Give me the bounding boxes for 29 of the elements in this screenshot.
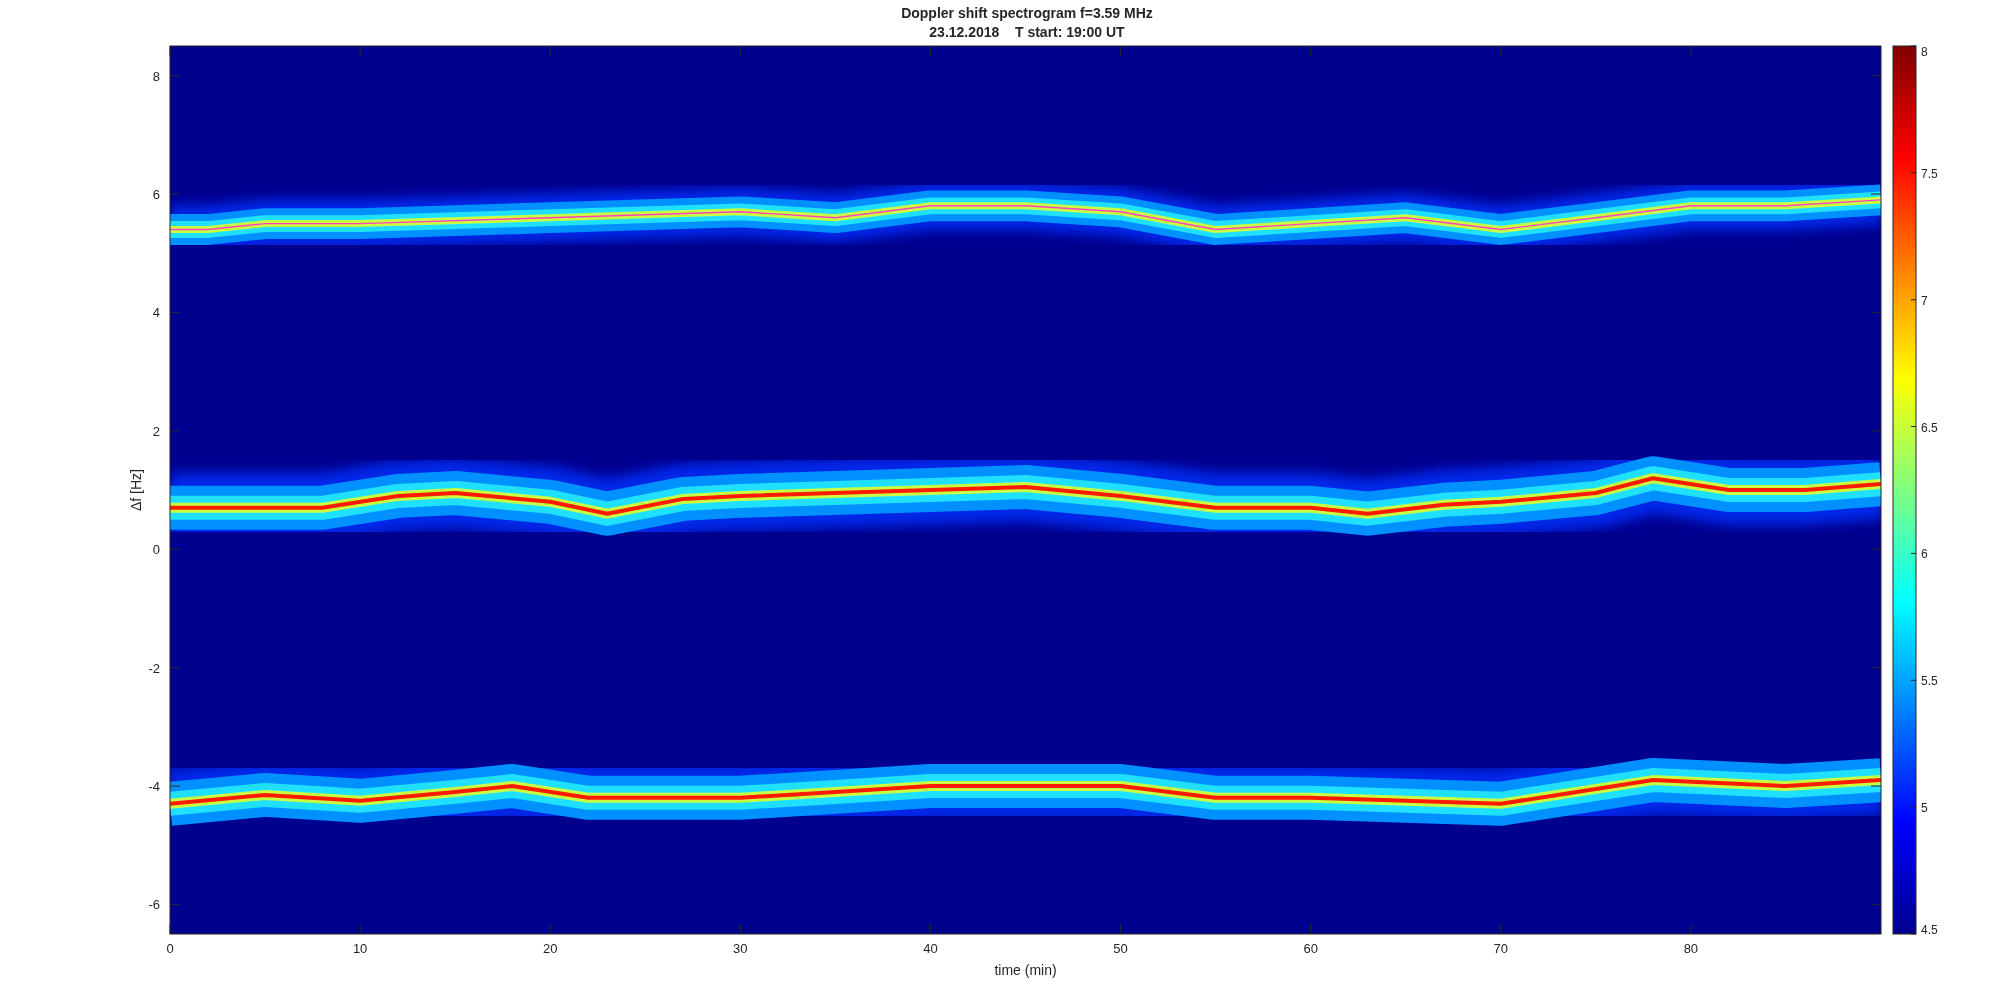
x-tick-label: 70 — [1493, 941, 1508, 956]
y-tick-label: 4 — [152, 305, 160, 321]
colorbar-tick-label: 6 — [1921, 547, 1928, 562]
x-tick-label: 0 — [166, 941, 174, 956]
colorbar-tick-label: 5 — [1921, 801, 1928, 816]
x-tick-label: 80 — [1683, 941, 1699, 956]
chart-title: Doppler shift spectrogram f=3.59 MHz — [901, 5, 1153, 21]
colorbar-tick-label: 7.5 — [1921, 166, 1938, 181]
y-tick-label: 8 — [152, 68, 160, 84]
y-tick-label: -4 — [148, 779, 160, 794]
x-axis-label: time (min) — [994, 962, 1057, 978]
x-tick-label: 40 — [923, 941, 938, 956]
x-tick-label: 50 — [1113, 941, 1128, 956]
y-tick-label: 6 — [152, 187, 160, 202]
colorbar-tick-label: 8 — [1921, 45, 1928, 59]
y-tick-label: 0 — [152, 542, 160, 558]
y-tick-label: 2 — [152, 423, 160, 439]
x-tick-label: 10 — [352, 941, 368, 956]
x-tick-label: 60 — [1303, 941, 1318, 956]
colorbar-tick-label: 4.5 — [1921, 923, 1938, 937]
chart-title: 23.12.2018 T start: 19:00 UT — [929, 24, 1125, 40]
colorbar-tick-label: 5.5 — [1921, 674, 1938, 689]
colorbar-tick-label: 7 — [1921, 293, 1928, 308]
y-tick-label: -6 — [148, 897, 160, 913]
x-tick-label: 20 — [543, 941, 558, 956]
y-axis-label: Δf [Hz] — [128, 469, 144, 511]
colorbar-tick-label: 6.5 — [1921, 420, 1938, 435]
x-tick-label: 30 — [733, 941, 748, 956]
y-tick-label: -2 — [148, 660, 160, 676]
